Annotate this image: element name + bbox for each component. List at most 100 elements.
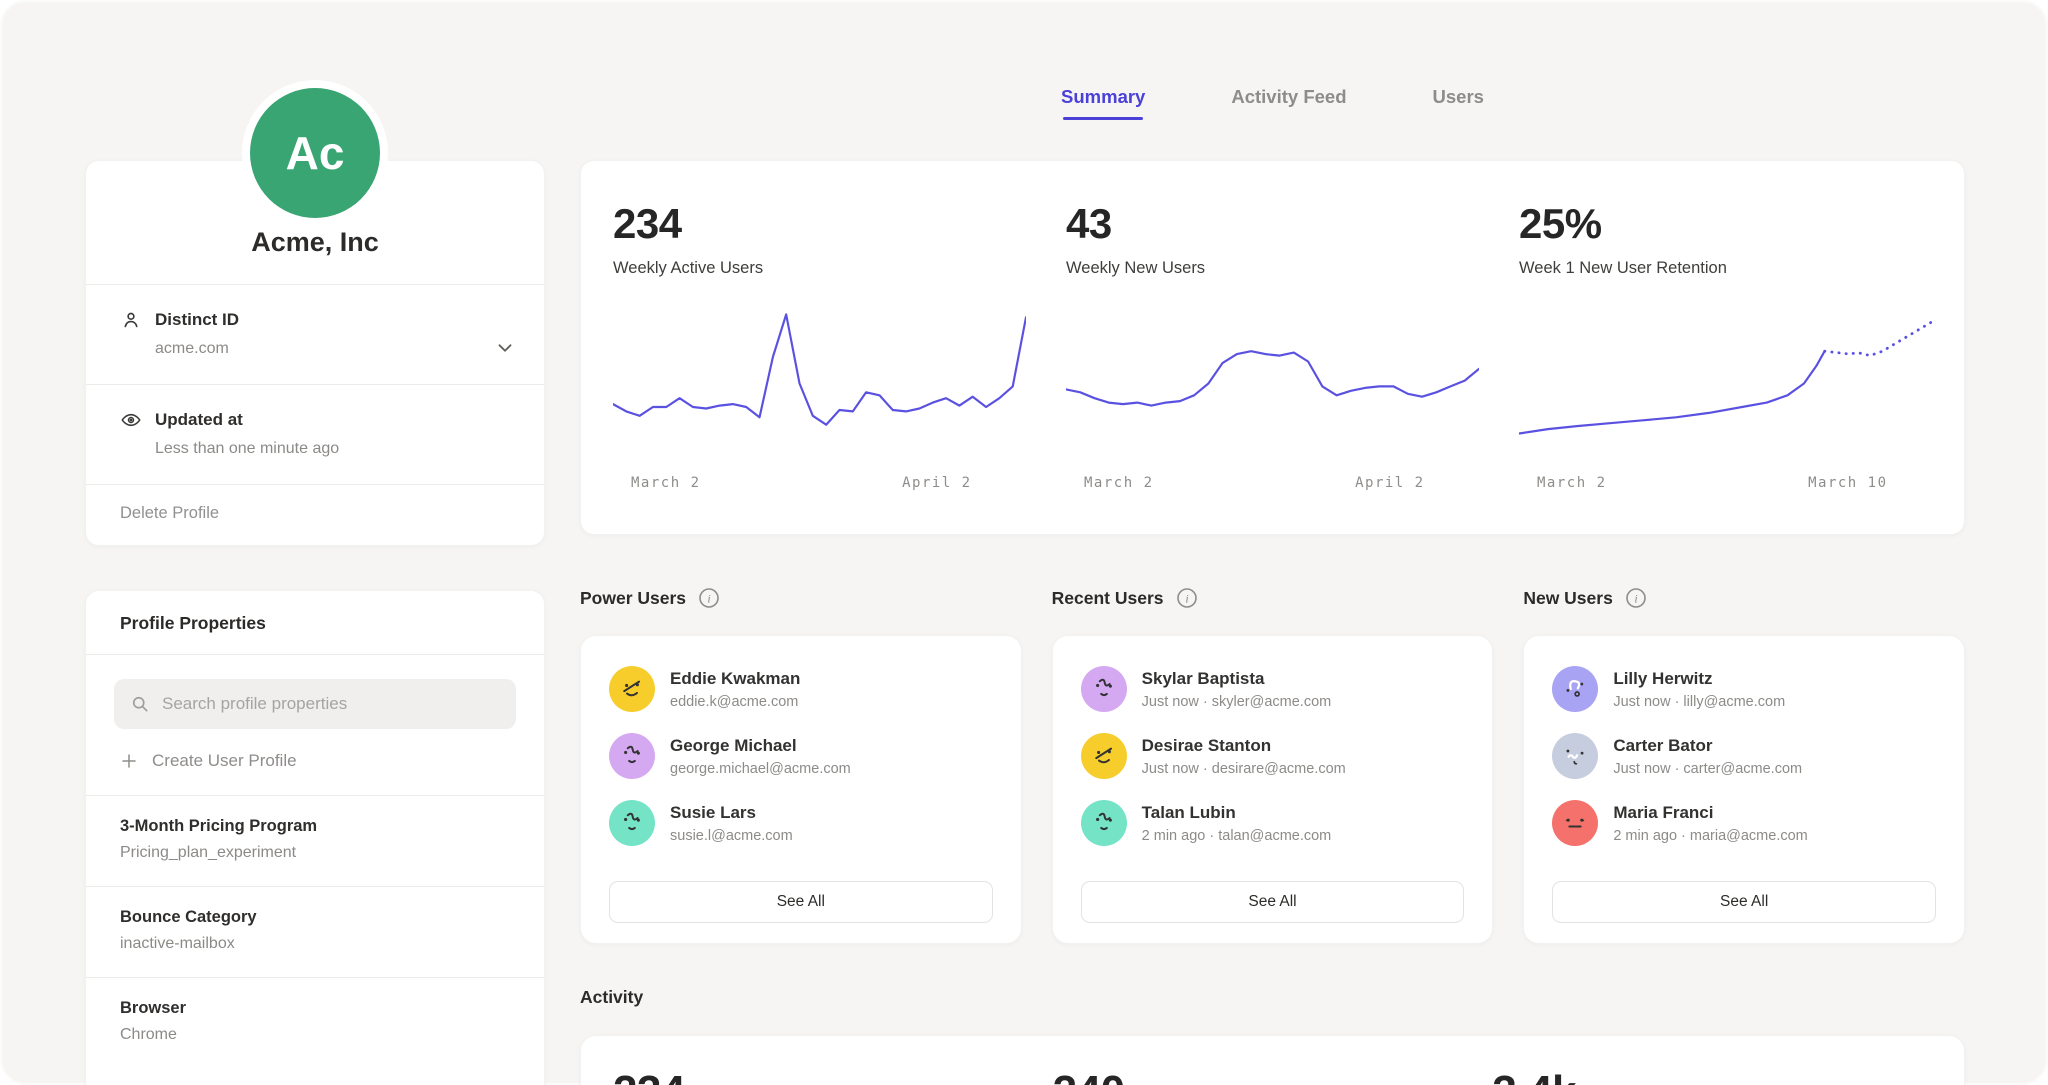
recent-users-section: Recent Users i Skylar Baptista Just now … bbox=[1052, 583, 1494, 944]
user-row[interactable]: Carter Bator Just now · carter@acme.com bbox=[1552, 731, 1936, 781]
avatar bbox=[609, 733, 655, 779]
stat-label: Week 1 New User Retention bbox=[1519, 259, 1932, 278]
summary-stats-card: 234 Weekly Active Users March 2 April 2 … bbox=[580, 160, 1965, 535]
svg-text:i: i bbox=[1634, 592, 1637, 606]
user-email: Just now · carter@acme.com bbox=[1613, 761, 1802, 777]
weekly-new-users-chart bbox=[1066, 306, 1479, 461]
x-tick: April 2 bbox=[902, 475, 972, 491]
user-name: Lilly Herwitz bbox=[1613, 669, 1785, 689]
user-texts: Lilly Herwitz Just now · lilly@acme.com bbox=[1613, 669, 1785, 710]
list-header: Power Users i bbox=[580, 583, 1022, 613]
svg-text:i: i bbox=[707, 592, 710, 606]
week1-retention-chart bbox=[1519, 306, 1932, 461]
user-lists: Power Users i Eddie Kwakman eddie.k@acme… bbox=[580, 583, 1965, 944]
user-texts: Maria Franci 2 min ago · maria@acme.com bbox=[1613, 803, 1807, 844]
user-name: Susie Lars bbox=[670, 803, 793, 823]
property-name: Bounce Category bbox=[120, 908, 510, 927]
stat-value: 234 bbox=[613, 203, 1026, 245]
user-email: george.michael@acme.com bbox=[670, 761, 851, 777]
delete-profile-button[interactable]: Delete Profile bbox=[86, 485, 544, 545]
recent-users-card: Skylar Baptista Just now · skyler@acme.c… bbox=[1052, 635, 1494, 944]
field-updated-at: Updated at Less than one minute ago bbox=[86, 385, 544, 484]
avatar bbox=[1081, 733, 1127, 779]
info-icon[interactable]: i bbox=[1176, 587, 1198, 609]
user-row[interactable]: Eddie Kwakman eddie.k@acme.com bbox=[609, 664, 993, 714]
avatar bbox=[1081, 666, 1127, 712]
list-title: Power Users bbox=[580, 588, 686, 609]
info-icon[interactable]: i bbox=[1625, 587, 1647, 609]
user-name: Skylar Baptista bbox=[1142, 669, 1332, 689]
x-tick: March 2 bbox=[631, 475, 701, 491]
user-row[interactable]: Talan Lubin 2 min ago · talan@acme.com bbox=[1081, 798, 1465, 848]
property-name: 3-Month Pricing Program bbox=[120, 817, 510, 836]
doodle-face-icon bbox=[1558, 806, 1592, 840]
profile-properties-card: Profile Properties Create User Profile 3… bbox=[85, 590, 545, 1085]
user-row[interactable]: Susie Lars susie.l@acme.com bbox=[609, 798, 993, 848]
user-row[interactable]: Skylar Baptista Just now · skyler@acme.c… bbox=[1081, 664, 1465, 714]
list-header: Recent Users i bbox=[1052, 583, 1494, 613]
user-texts: Carter Bator Just now · carter@acme.com bbox=[1613, 736, 1802, 777]
avatar bbox=[1552, 666, 1598, 712]
stat-value: 25% bbox=[1519, 203, 1932, 245]
x-axis-ticks: March 2 March 10 bbox=[1519, 475, 1932, 493]
person-icon bbox=[120, 309, 142, 331]
x-axis-ticks: March 2 April 2 bbox=[613, 475, 1026, 493]
see-all-button[interactable]: See All bbox=[609, 881, 993, 923]
x-tick: March 2 bbox=[1084, 475, 1154, 491]
stat-label: Weekly New Users bbox=[1066, 259, 1479, 278]
doodle-face-icon bbox=[1087, 806, 1121, 840]
see-all-button[interactable]: See All bbox=[1552, 881, 1936, 923]
user-texts: George Michael george.michael@acme.com bbox=[670, 736, 851, 777]
field-label: Distinct ID bbox=[155, 310, 239, 330]
user-row[interactable]: Maria Franci 2 min ago · maria@acme.com bbox=[1552, 798, 1936, 848]
plus-icon bbox=[120, 752, 138, 770]
see-all-button[interactable]: See All bbox=[1081, 881, 1465, 923]
field-value: acme.com bbox=[155, 340, 510, 358]
property-name: Browser bbox=[120, 999, 510, 1018]
user-row[interactable]: George Michael george.michael@acme.com bbox=[609, 731, 993, 781]
doodle-face-icon bbox=[1087, 739, 1121, 773]
user-email: susie.l@acme.com bbox=[670, 828, 793, 844]
avatar bbox=[1552, 733, 1598, 779]
tab-summary[interactable]: Summary bbox=[1061, 86, 1145, 120]
property-row[interactable]: Browser Chrome bbox=[86, 978, 544, 1068]
property-row[interactable]: Bounce Category inactive-mailbox bbox=[86, 887, 544, 977]
stat-week1-retention: 25% Week 1 New User Retention March 2 Ma… bbox=[1519, 203, 1932, 534]
user-texts: Susie Lars susie.l@acme.com bbox=[670, 803, 793, 844]
x-tick: March 2 bbox=[1537, 475, 1607, 491]
stat-weekly-new-users: 43 Weekly New Users March 2 April 2 bbox=[1066, 203, 1479, 534]
property-row[interactable]: 3-Month Pricing Program Pricing_plan_exp… bbox=[86, 796, 544, 886]
stat-label: Weekly Active Users bbox=[613, 259, 1026, 278]
profile-dashboard: Ac Acme, Inc Distinct ID acme.com bbox=[0, 0, 2048, 1085]
property-value: Pricing_plan_experiment bbox=[120, 844, 510, 862]
avatar bbox=[609, 666, 655, 712]
chevron-down-icon[interactable] bbox=[494, 337, 516, 359]
user-email: Just now · skyler@acme.com bbox=[1142, 694, 1332, 710]
tab-users[interactable]: Users bbox=[1433, 86, 1484, 120]
new-users-section: New Users i Lilly Herwitz Just now · lil… bbox=[1523, 583, 1965, 944]
info-icon[interactable]: i bbox=[698, 587, 720, 609]
create-user-profile-label: Create User Profile bbox=[152, 751, 297, 771]
user-row[interactable]: Lilly Herwitz Just now · lilly@acme.com bbox=[1552, 664, 1936, 714]
tab-activity-feed[interactable]: Activity Feed bbox=[1231, 86, 1346, 120]
activity-stat: 240 bbox=[1053, 1070, 1493, 1085]
user-name: Maria Franci bbox=[1613, 803, 1807, 823]
doodle-face-icon bbox=[615, 806, 649, 840]
user-email: Just now · desirare@acme.com bbox=[1142, 761, 1346, 777]
x-axis-ticks: March 2 April 2 bbox=[1066, 475, 1479, 493]
create-user-profile-button[interactable]: Create User Profile bbox=[120, 751, 510, 771]
user-name: Carter Bator bbox=[1613, 736, 1802, 756]
activity-stat: 234 bbox=[613, 1070, 1053, 1085]
field-distinct-id: Distinct ID acme.com bbox=[86, 285, 544, 384]
doodle-face-icon bbox=[1558, 672, 1592, 706]
property-value: inactive-mailbox bbox=[120, 935, 510, 953]
search-input[interactable] bbox=[114, 679, 516, 729]
eye-icon bbox=[120, 409, 142, 431]
list-title: New Users bbox=[1523, 588, 1613, 609]
profile-properties-title: Profile Properties bbox=[86, 591, 544, 654]
user-texts: Eddie Kwakman eddie.k@acme.com bbox=[670, 669, 800, 710]
company-avatar: Ac bbox=[250, 88, 380, 218]
field-value: Less than one minute ago bbox=[155, 440, 510, 458]
user-row[interactable]: Desirae Stanton Just now · desirare@acme… bbox=[1081, 731, 1465, 781]
tab-bar: Summary Activity Feed Users bbox=[580, 86, 1965, 120]
